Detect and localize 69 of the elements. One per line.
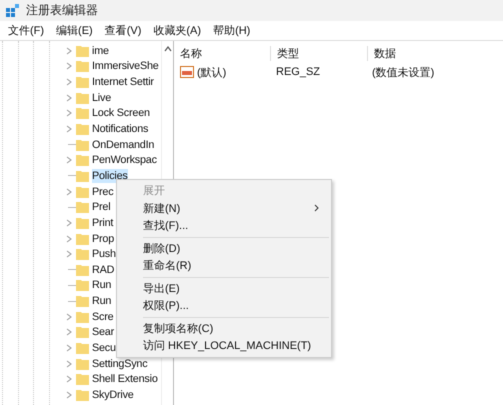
context-menu-item[interactable]: 导出(E)	[117, 280, 331, 297]
folder-icon	[76, 107, 89, 120]
tree-item[interactable]: SkyDrive	[92, 388, 134, 402]
context-menu-item[interactable]: 访问 HKEY_LOCAL_MACHINE(T)	[117, 337, 331, 354]
folder-icon	[76, 310, 89, 323]
folder-icon	[76, 92, 89, 104]
context-menu-item[interactable]: 重命名(R)	[117, 257, 331, 274]
tree-item[interactable]: Live	[92, 90, 112, 105]
tree-item[interactable]: Print	[92, 216, 114, 230]
menu-item[interactable]: 文件(F)	[2, 23, 50, 38]
tree-item[interactable]: Policies	[92, 168, 128, 183]
tree-item[interactable]: Sear	[92, 325, 114, 340]
tree-item[interactable]: SettingSync	[92, 356, 148, 371]
folder-icon	[76, 186, 89, 198]
menu-item[interactable]: 收藏夹(A)	[147, 23, 208, 38]
folder-icon	[76, 170, 89, 182]
tree-item[interactable]: Lock Screen	[92, 106, 150, 120]
value-name[interactable]: (默认)	[197, 64, 226, 80]
folder-icon	[76, 123, 89, 136]
scroll-up-icon[interactable]	[164, 46, 172, 52]
folder-icon	[76, 358, 89, 370]
column-header[interactable]: 类型	[271, 46, 368, 60]
column-header[interactable]: 名称	[174, 46, 271, 60]
folder-icon	[76, 326, 89, 338]
folder-icon	[76, 373, 89, 386]
tree-item[interactable]: Notifications	[92, 122, 148, 136]
folder-icon	[76, 279, 89, 292]
tree-item[interactable]: Scre	[92, 310, 114, 324]
window-title: 注册表编辑器	[26, 2, 98, 19]
context-menu-item[interactable]: 删除(D)	[117, 240, 331, 257]
menu-item[interactable]: 帮助(H)	[207, 23, 256, 38]
tree-item[interactable]: Shell Extensio	[92, 372, 158, 386]
column-header[interactable]: 数据	[368, 46, 396, 60]
tree-item[interactable]: Run	[92, 294, 112, 308]
value-data: (数值未设置)	[371, 66, 434, 80]
tree-item[interactable]: Prel	[92, 200, 110, 214]
folder-icon	[76, 154, 89, 166]
tree-item[interactable]: ImmersiveShe	[92, 59, 159, 74]
context-menu-item[interactable]: 查找(F)...	[117, 217, 331, 234]
tree-item[interactable]: Internet Settir	[92, 75, 154, 90]
folder-icon	[76, 248, 89, 260]
tree-item[interactable]: ime	[92, 44, 109, 58]
folder-icon	[76, 138, 89, 151]
string-value-icon	[180, 66, 194, 78]
menu-item[interactable]: 查看(V)	[98, 23, 148, 38]
tree-item[interactable]: PenWorkspac	[92, 153, 157, 168]
value-type: REG_SZ	[275, 66, 322, 78]
tree-item[interactable]: Push	[92, 247, 116, 262]
folder-icon	[76, 264, 89, 276]
folder-icon	[76, 388, 89, 401]
tree-item[interactable]: RAD	[92, 262, 114, 277]
folder-icon	[76, 342, 89, 354]
context-menu-item[interactable]: 权限(P)...	[117, 297, 331, 314]
context-menu-item[interactable]: 复制项名称(C)	[117, 320, 331, 337]
menu-item[interactable]: 编辑(E)	[50, 23, 99, 38]
tree-item[interactable]: OnDemandIn	[92, 138, 154, 152]
folder-icon	[76, 60, 89, 72]
folder-icon	[76, 44, 89, 57]
tree-item[interactable]: Run	[92, 278, 112, 292]
folder-icon	[76, 201, 89, 214]
folder-icon	[76, 295, 89, 308]
folder-icon	[76, 232, 89, 244]
folder-icon	[76, 76, 89, 88]
tree-item[interactable]: Secu	[92, 340, 116, 355]
folder-icon	[76, 216, 89, 229]
tree-item[interactable]: Prop	[92, 232, 114, 246]
context-menu-item[interactable]: 新建(N)	[117, 200, 331, 217]
registry-icon	[6, 4, 20, 18]
tree-item[interactable]: Prec	[92, 184, 114, 199]
